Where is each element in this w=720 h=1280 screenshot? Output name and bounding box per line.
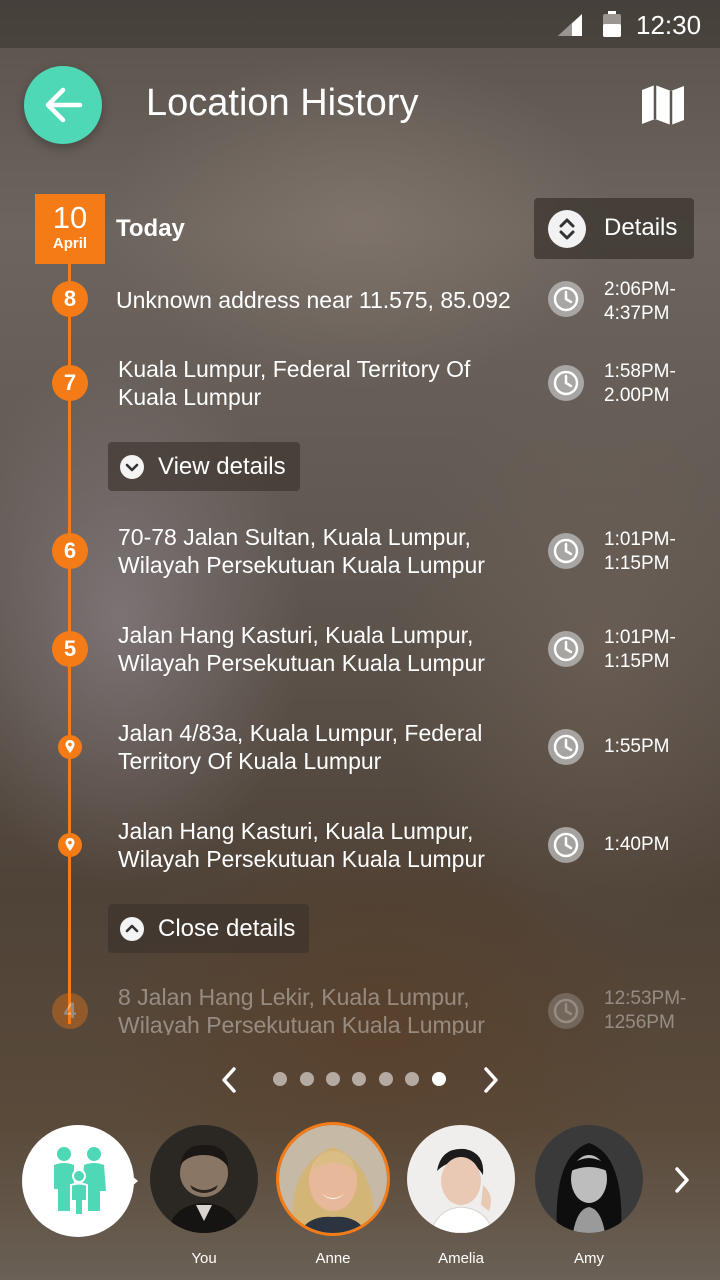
clock-icon: [548, 281, 584, 317]
date-label: Today: [116, 215, 185, 242]
location-pin-icon: [58, 735, 82, 759]
pager-dot-active[interactable]: [432, 1072, 446, 1086]
avatar-image: [150, 1125, 258, 1233]
entry-time: 1:01PM- 1:15PM: [604, 529, 676, 574]
timeline-marker: 4: [52, 993, 88, 1029]
avatar-image: [535, 1125, 643, 1233]
chevron-up-icon: [120, 917, 144, 941]
avatar-image: [407, 1125, 515, 1233]
arrow-left-icon: [45, 87, 83, 123]
entry-address: 70-78 Jalan Sultan, Kuala Lumpur, Wilaya…: [118, 524, 485, 578]
close-details-label: Close details: [158, 915, 296, 942]
contact-name: Amelia: [438, 1250, 484, 1267]
avatar-you[interactable]: [150, 1125, 258, 1233]
back-button[interactable]: [24, 66, 102, 144]
contacts-bar: You Anne Amelia Amy: [0, 1115, 720, 1280]
entry-address: Jalan Hang Kasturi, Kuala Lumpur, Wilaya…: [118, 622, 485, 676]
date-month: April: [52, 235, 88, 252]
family-group-button[interactable]: [22, 1125, 138, 1237]
expand-collapse-icon: [548, 210, 586, 248]
pager-dot[interactable]: [273, 1072, 287, 1086]
contact-name: Anne: [315, 1250, 351, 1267]
avatar-anne[interactable]: [279, 1125, 387, 1233]
timeline-marker: 8: [52, 281, 88, 317]
clock-icon: [548, 729, 584, 765]
clock-icon: [548, 993, 584, 1029]
clock-icon: [548, 631, 584, 667]
entry-time: 2:06PM- 4:37PM: [604, 279, 676, 324]
family-icon: [54, 1147, 106, 1216]
entry-time: 1:40PM: [604, 834, 670, 855]
timeline-marker: 6: [52, 533, 88, 569]
page-title: Location History: [146, 82, 419, 124]
pager-dot[interactable]: [352, 1072, 366, 1086]
entry-address: Jalan 4/83a, Kuala Lumpur, Federal Terri…: [118, 720, 483, 774]
details-button-label: Details: [604, 214, 678, 241]
entry-address: Kuala Lumpur, Federal Territory Of Kuala…: [118, 356, 471, 410]
entry-address: 8 Jalan Hang Lekir, Kuala Lumpur, Wilaya…: [118, 984, 485, 1035]
details-button[interactable]: Details: [534, 198, 694, 259]
speech-tail: [126, 1171, 138, 1191]
avatar-amy[interactable]: [535, 1125, 643, 1233]
status-time: 12:30: [636, 10, 702, 40]
map-icon[interactable]: [640, 84, 686, 126]
close-details-button[interactable]: Close details: [108, 904, 309, 953]
scroll-right-icon[interactable]: [670, 1165, 694, 1195]
status-bar: 12:30: [0, 0, 720, 48]
timeline-marker: 7: [52, 365, 88, 401]
pager-dot[interactable]: [405, 1072, 419, 1086]
avatar-image: [279, 1125, 387, 1233]
clock-icon: [548, 365, 584, 401]
pager: [0, 1060, 720, 1100]
entry-time: 12:53PM- 1256PM: [604, 988, 687, 1033]
date-badge: 10 April: [35, 194, 105, 264]
clock-icon: [548, 827, 584, 863]
battery-icon: [603, 11, 621, 37]
view-details-button[interactable]: View details: [108, 442, 300, 491]
pager-dot[interactable]: [300, 1072, 314, 1086]
view-details-label: View details: [158, 453, 286, 480]
location-pin-icon: [58, 833, 82, 857]
entry-time: 1:58PM- 2.00PM: [604, 361, 676, 406]
contact-name: You: [191, 1250, 217, 1267]
history-entry[interactable]: 4 8 Jalan Hang Lekir, Kuala Lumpur, Wila…: [0, 983, 720, 1035]
date-day: 10: [52, 200, 88, 235]
entry-time: 1:55PM: [604, 736, 670, 757]
chevron-down-icon: [120, 455, 144, 479]
timeline-marker: 5: [52, 631, 88, 667]
entry-time: 1:01PM- 1:15PM: [604, 627, 676, 672]
pager-dot[interactable]: [379, 1072, 393, 1086]
chevron-right-icon[interactable]: [480, 1066, 502, 1094]
avatar-amelia[interactable]: [407, 1125, 515, 1233]
signal-icon: [558, 14, 582, 36]
pager-dot[interactable]: [326, 1072, 340, 1086]
chevron-left-icon[interactable]: [218, 1066, 240, 1094]
entry-address: Jalan Hang Kasturi, Kuala Lumpur, Wilaya…: [118, 818, 485, 872]
clock-icon: [548, 533, 584, 569]
entry-address: Unknown address near 11.575, 85.092: [116, 287, 511, 313]
contact-name: Amy: [574, 1250, 604, 1267]
